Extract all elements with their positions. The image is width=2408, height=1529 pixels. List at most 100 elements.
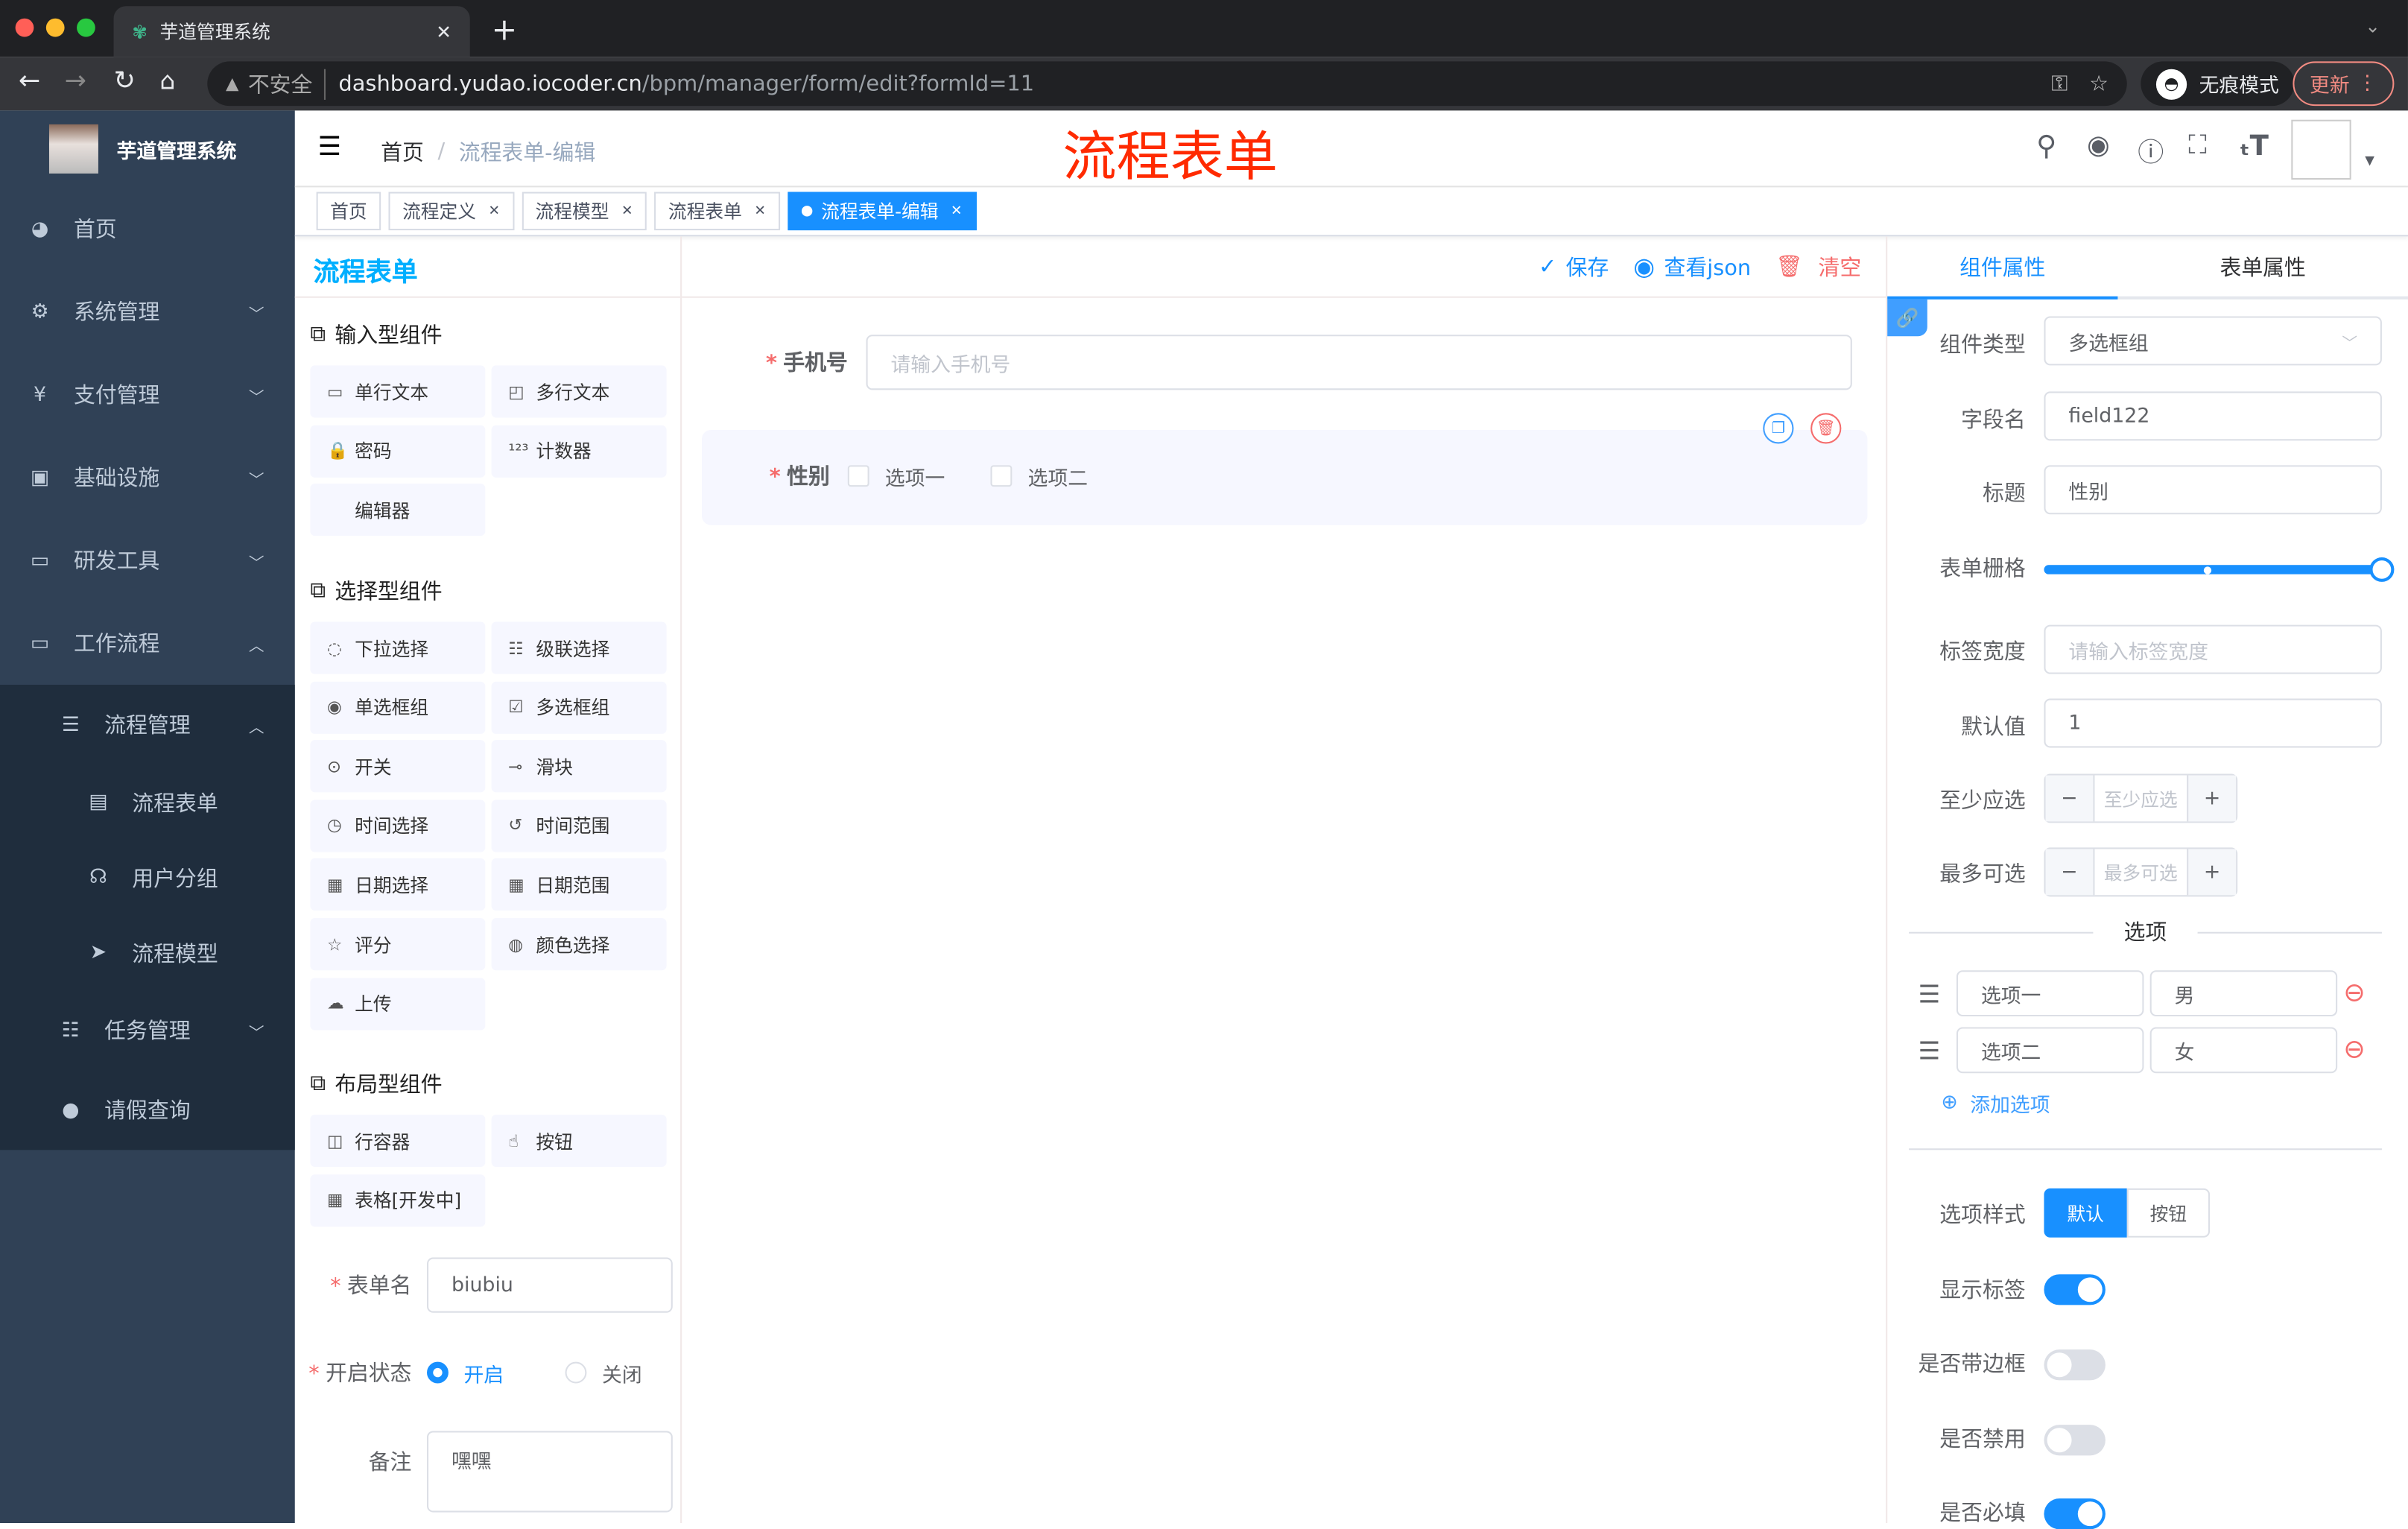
option-checkbox[interactable]: 选项二 [991,461,1088,490]
component-item[interactable]: 🔒 密码 [310,424,486,477]
sidebar-item-devtools[interactable]: ▭ 研发工具 ﹀ [0,519,295,601]
component-item[interactable]: ◰ 多行文本 [491,365,667,418]
component-item[interactable]: ⊸ 滑块 [491,740,667,793]
save-button[interactable]: ✓ 保存 [1539,251,1609,282]
plus-icon[interactable]: + [2187,775,2237,822]
grid-slider[interactable] [2044,557,2395,582]
phone-input[interactable]: 请输入手机号 [866,335,1852,390]
tag-process-model[interactable]: 流程模型 ✕ [521,191,647,231]
component-item[interactable]: ☁ 上传 [310,977,486,1030]
view-json-button[interactable]: ◉ 查看json [1633,251,1751,282]
disabled-switch[interactable] [2044,1425,2106,1456]
sidebar-item-user-group[interactable]: ☊ 用户分组 [0,840,295,915]
search-icon[interactable]: ⚲ [2036,130,2056,162]
close-icon[interactable]: ✕ [754,203,766,219]
show-label-switch[interactable] [2044,1274,2106,1305]
hamburger-icon[interactable]: ☰ [318,132,341,162]
sidebar-item-process-form[interactable]: ▤ 流程表单 [0,764,295,840]
option-value-input[interactable]: 男 [2149,970,2338,1017]
label-width-input[interactable]: 请输入标签宽度 [2044,624,2382,674]
component-item[interactable]: ¹²³ 计数器 [491,424,667,477]
component-item[interactable]: ☝ 按钮 [491,1114,667,1167]
component-item[interactable]: ◉ 单选框组 [310,681,486,734]
status-on-radio[interactable]: 开启 [427,1358,504,1387]
title-input[interactable]: 性别 [2044,465,2382,515]
maximize-window-button[interactable] [77,18,95,37]
default-input[interactable]: 1 [2044,698,2382,748]
required-switch[interactable] [2044,1498,2106,1529]
close-window-button[interactable] [15,18,34,37]
border-switch[interactable] [2044,1349,2106,1381]
tag-process-form[interactable]: 流程表单 ✕ [654,191,780,231]
fullscreen-icon[interactable]: ⛶ [2188,130,2207,161]
option-label-input[interactable]: 选项二 [1956,1027,2144,1074]
drag-handle-icon[interactable]: ☰ [1918,1036,1956,1065]
browser-tab[interactable]: ✾ 芋道管理系统 ✕ [113,6,470,57]
field-input[interactable]: field122 [2044,391,2382,441]
sidebar-item-home[interactable]: ◕ 首页 [0,187,295,270]
type-select[interactable]: 多选框组 ﹀ [2044,316,2382,366]
clear-button[interactable]: 🗑 清空 [1775,251,1861,282]
plus-icon[interactable]: + [2187,849,2237,896]
component-item[interactable]: ⊙ 开关 [310,740,486,793]
avatar[interactable] [2291,119,2351,180]
component-item[interactable]: ◫ 行容器 [310,1114,486,1167]
component-item[interactable]: ▦ 日期范围 [491,858,667,911]
remark-textarea[interactable]: 嘿嘿 [427,1431,673,1513]
incognito-badge[interactable]: ◓ 无痕模式 [2141,61,2295,107]
gender-field-selected[interactable]: * 性别 选项一 选项二 ❐ 🗑 [701,413,1868,525]
component-item[interactable]: ◌ 下拉选择 [310,621,486,674]
tab-list-icon[interactable]: ⌄ [2365,16,2380,37]
sidebar-item-workflow[interactable]: ▭ 工作流程 ︿ [0,602,295,685]
sidebar-item-leave[interactable]: ● 请假查询 [0,1070,295,1150]
component-item[interactable]: ☆ 评分 [310,918,486,971]
copy-icon[interactable]: ❐ [1763,413,1794,444]
reload-icon[interactable]: ↻ [114,66,136,97]
close-tab-icon[interactable]: ✕ [436,21,452,42]
component-item[interactable]: ▭ 单行文本 [310,365,486,418]
key-icon[interactable]: ⚿ [2051,72,2068,96]
minus-icon[interactable]: − [2045,849,2095,896]
font-size-icon[interactable]: ₜT [2239,130,2269,162]
form-name-input[interactable]: biubiu [427,1257,673,1313]
tag-home[interactable]: 首页 [316,191,381,231]
slider-thumb[interactable] [2369,557,2395,582]
max-stepper[interactable]: − 最多可选 + [2044,847,2238,897]
delete-icon[interactable]: 🗑 [1810,413,1842,444]
breadcrumb-home[interactable]: 首页 [381,136,424,167]
component-item[interactable]: 编辑器 [310,484,486,536]
forward-icon[interactable]: → [65,66,86,97]
status-off-radio[interactable]: 关闭 [565,1358,642,1387]
sidebar-item-task-manage[interactable]: ☷ 任务管理 ﹀ [0,990,295,1070]
drag-handle-icon[interactable]: ☰ [1918,979,1956,1008]
minimize-window-button[interactable] [45,18,65,37]
component-item[interactable]: ☷ 级联选择 [491,621,667,674]
style-button-button[interactable]: 按钮 [2126,1188,2211,1238]
option-checkbox[interactable]: 选项一 [848,461,945,490]
option-value-input[interactable]: 女 [2149,1027,2338,1074]
style-default-button[interactable]: 默认 [2044,1188,2127,1238]
tag-process-definition[interactable]: 流程定义 ✕ [388,191,514,231]
minus-icon[interactable]: − [2045,775,2095,822]
component-item[interactable]: ◷ 时间选择 [310,800,486,852]
add-option-button[interactable]: ⊕ 添加选项 [1941,1089,2050,1118]
back-icon[interactable]: ← [19,66,40,97]
caret-down-icon[interactable]: ▼ [2365,153,2374,168]
remove-circle-icon[interactable]: ⊖ [2343,978,2365,1009]
help-icon[interactable]: ⓘ [2138,130,2164,168]
update-button[interactable]: 更新 ⋮ [2293,61,2395,107]
component-item[interactable]: ◍ 颜色选择 [491,918,667,971]
sidebar-item-process-manage[interactable]: ☰ 流程管理 ︿ [0,685,295,764]
sidebar-item-process-model[interactable]: ➤ 流程模型 [0,915,295,990]
sidebar-item-infra[interactable]: ▣ 基础设施 ﹀ [0,436,295,519]
min-stepper[interactable]: − 至少应选 + [2044,773,2238,823]
close-icon[interactable]: ✕ [951,203,963,219]
home-icon[interactable]: ⌂ [159,66,175,95]
component-item[interactable]: ☑ 多选框组 [491,681,667,734]
sidebar-item-system[interactable]: ⚙ 系统管理 ﹀ [0,270,295,353]
close-icon[interactable]: ✕ [621,203,633,219]
url-field[interactable]: ▲ 不安全 dashboard.yudao.iocoder.cn/bpm/man… [207,61,2127,107]
remove-circle-icon[interactable]: ⊖ [2343,1035,2365,1066]
new-tab-icon[interactable]: + [492,10,518,47]
component-item[interactable]: ▦ 表格[开发中] [310,1174,486,1226]
